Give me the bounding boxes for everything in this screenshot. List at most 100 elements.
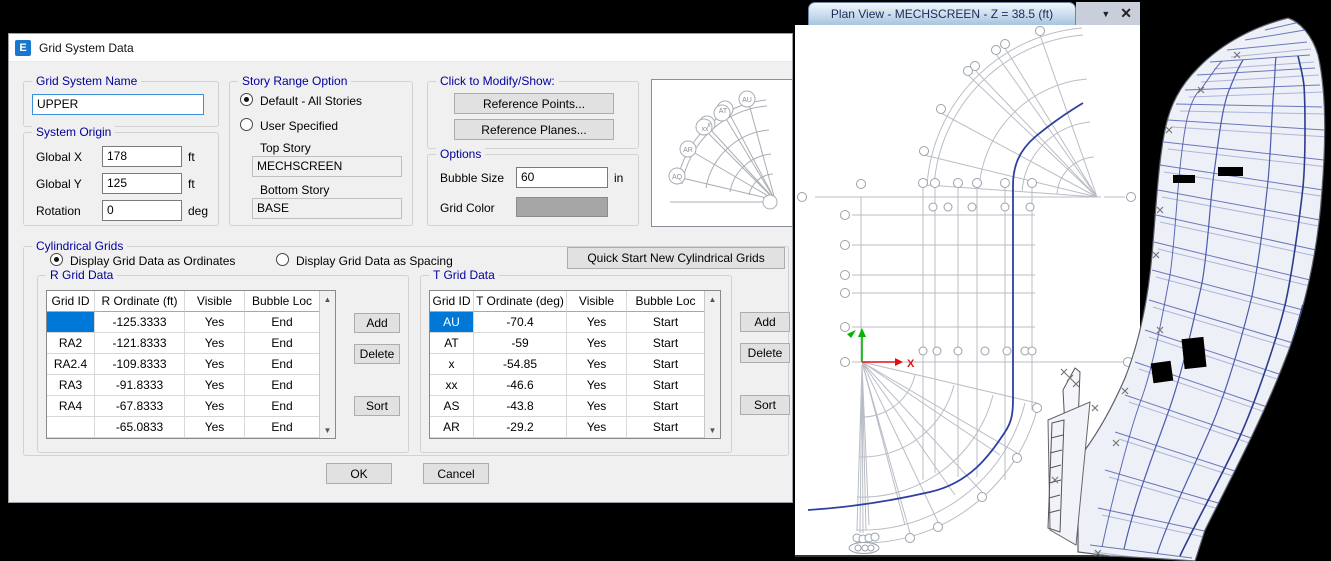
grid-cell[interactable]: Yes [185,417,245,438]
grid-cell[interactable]: Yes [567,333,627,354]
grid-cell[interactable]: RA2 [47,333,95,354]
grid-cell[interactable]: Yes [185,354,245,375]
bubble-size-input[interactable]: 60 [516,167,608,188]
grid-cell[interactable]: RA4 [47,396,95,417]
reference-planes-button[interactable]: Reference Planes... [454,119,614,140]
blue-spline-curve[interactable] [808,103,1083,510]
options-label: Options [436,147,485,161]
grid-cell[interactable]: RA3 [47,375,95,396]
column-header[interactable]: Visible [567,291,627,312]
plan-view-tab[interactable]: Plan View - MECHSCREEN - Z = 38.5 (ft) [808,2,1076,25]
grid-color-swatch[interactable] [516,197,608,217]
t-grid-delete-button[interactable]: Delete [740,343,790,363]
rotation-input[interactable]: 0 [102,200,182,221]
scroll-up-icon[interactable]: ▲ [705,291,720,307]
grid-cell[interactable]: -67.8333 [95,396,185,417]
display-spacing-radio[interactable] [276,253,289,266]
svg-text:AU: AU [742,97,752,104]
grid-cell[interactable]: AT [430,333,474,354]
reference-points-button[interactable]: Reference Points... [454,93,614,114]
grid-cell[interactable]: Yes [185,333,245,354]
column-header[interactable]: Visible [185,291,245,312]
display-ordinates-radio[interactable] [50,253,63,266]
window-close-icon[interactable]: ✕ [1120,5,1132,22]
grid-cell[interactable]: Yes [567,375,627,396]
grid-cell[interactable]: -54.85 [474,354,567,375]
grid-cell[interactable]: -91.8333 [95,375,185,396]
grid-cell[interactable]: Start [627,354,704,375]
top-story-field[interactable]: MECHSCREEN [252,156,402,177]
grid-cell[interactable]: Yes [567,312,627,333]
display-ordinates-label: Display Grid Data as Ordinates [70,254,235,268]
column-header[interactable]: Bubble Loc [627,291,704,312]
grid-cell[interactable]: Yes [185,312,245,333]
bubble-size-label: Bubble Size [440,171,504,185]
default-all-stories-radio[interactable] [240,93,253,106]
grid-cell[interactable]: End [245,333,319,354]
grid-cell[interactable]: End [245,375,319,396]
grid-cell[interactable]: -46.6 [474,375,567,396]
grid-cell[interactable]: RA2.4 [47,354,95,375]
scroll-down-icon[interactable]: ▼ [320,422,335,438]
grid-cell[interactable]: AS [430,396,474,417]
grid-cell[interactable]: -121.8333 [95,333,185,354]
column-header[interactable]: Grid ID [47,291,95,312]
grid-cell[interactable]: End [245,354,319,375]
grid-cell[interactable]: -125.3333 [95,312,185,333]
grid-cell[interactable]: Start [627,396,704,417]
grid-cell[interactable]: Yes [567,396,627,417]
scroll-up-icon[interactable]: ▲ [320,291,335,307]
window-menu-chevron-icon[interactable]: ▼ [1101,9,1110,19]
t-grid-add-button[interactable]: Add [740,312,790,332]
r-grid-scrollbar[interactable]: ▲ ▼ [319,291,335,438]
grid-cell[interactable]: xx [430,375,474,396]
grid-cell[interactable]: Start [627,375,704,396]
cancel-button[interactable]: Cancel [423,463,489,484]
grid-cell[interactable]: AR [430,417,474,438]
grid-cell[interactable]: End [245,396,319,417]
grid-cell[interactable]: Start [627,312,704,333]
quick-start-button[interactable]: Quick Start New Cylindrical Grids [567,247,785,269]
r-grid-sort-button[interactable]: Sort [354,396,400,416]
plan-view-tabbar: Plan View - MECHSCREEN - Z = 38.5 (ft) ▼… [795,0,1140,25]
grid-cell[interactable]: Yes [185,375,245,396]
global-x-input[interactable]: 178 [102,146,182,167]
grid-cell[interactable]: -59 [474,333,567,354]
user-specified-radio[interactable] [240,118,253,131]
grid-cell[interactable]: Yes [567,354,627,375]
screen: E Grid System Data Grid System Name UPPE… [0,0,1331,561]
grid-cell[interactable]: -65.0833 [95,417,185,438]
grid-cell[interactable]: -43.8 [474,396,567,417]
grid-cell[interactable]: Yes [567,417,627,438]
grid-cell[interactable]: x [430,354,474,375]
grid-cell[interactable]: Start [627,333,704,354]
t-grid-sort-button[interactable]: Sort [740,395,790,415]
r-grid-add-button[interactable]: Add [354,313,400,333]
grid-cell[interactable]: AU [430,312,474,333]
grid-cell[interactable]: -29.2 [474,417,567,438]
ok-button[interactable]: OK [326,463,392,484]
r-grid-delete-button[interactable]: Delete [354,344,400,364]
grid-cell[interactable]: Start [627,417,704,438]
modify-show-group: Click to Modify/Show: Reference Points..… [427,81,639,149]
grid-cell[interactable] [47,312,95,333]
column-header[interactable]: T Ordinate (deg) [474,291,567,312]
grid-cell[interactable]: -109.8333 [95,354,185,375]
grid-cell[interactable] [47,417,95,438]
grid-cell[interactable]: End [245,417,319,438]
grid-cell[interactable]: -70.4 [474,312,567,333]
user-specified-label: User Specified [260,119,338,133]
column-header[interactable]: Bubble Loc [245,291,319,312]
dialog-titlebar[interactable]: E Grid System Data [9,34,792,62]
bottom-story-field[interactable]: BASE [252,198,402,219]
grid-cell[interactable]: End [245,312,319,333]
column-header[interactable]: Grid ID [430,291,474,312]
table-row: AT-59YesStart [430,333,704,354]
grid-cell[interactable]: Yes [185,396,245,417]
scroll-down-icon[interactable]: ▼ [705,422,720,438]
column-header[interactable]: R Ordinate (ft) [95,291,185,312]
table-row: RA3-91.8333YesEnd [47,375,319,396]
grid-system-name-input[interactable]: UPPER [32,94,204,115]
t-grid-scrollbar[interactable]: ▲ ▼ [704,291,720,438]
global-y-input[interactable]: 125 [102,173,182,194]
